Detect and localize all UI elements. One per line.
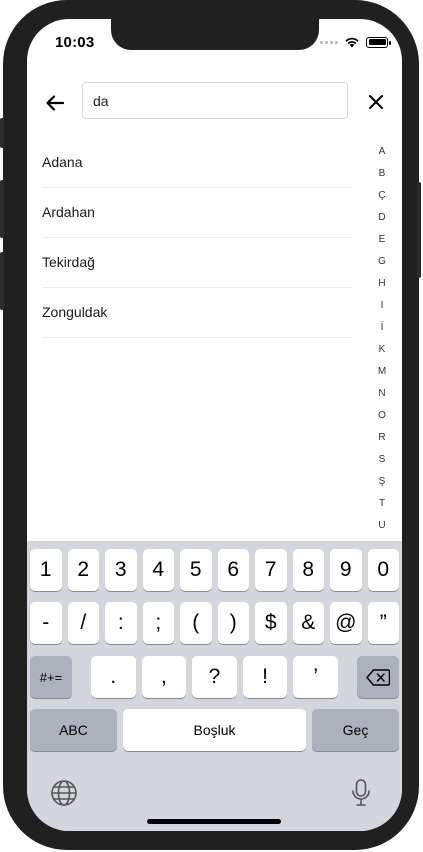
- index-letter[interactable]: I: [374, 295, 390, 317]
- key[interactable]: 5: [180, 549, 212, 591]
- index-letter[interactable]: D: [374, 207, 390, 229]
- key[interactable]: !: [242, 656, 288, 698]
- index-letter[interactable]: A: [374, 141, 390, 163]
- index-letter[interactable]: O: [374, 405, 390, 427]
- signal-icon: [320, 40, 338, 44]
- key[interactable]: 1: [30, 549, 62, 591]
- index-letter[interactable]: T: [374, 493, 390, 515]
- keyboard-row-numbers: 1 2 3 4 5 6 7 8 9 0: [30, 549, 399, 591]
- key[interactable]: ,: [141, 656, 187, 698]
- battery-icon: [366, 36, 391, 48]
- side-button-silent: [0, 118, 4, 148]
- key[interactable]: 7: [255, 549, 287, 591]
- index-letter[interactable]: E: [374, 229, 390, 251]
- abc-key[interactable]: ABC: [30, 709, 117, 751]
- result-item[interactable]: Ardahan: [42, 188, 353, 238]
- back-button[interactable]: [41, 89, 69, 117]
- key[interactable]: $: [255, 602, 287, 644]
- key[interactable]: -: [30, 602, 62, 644]
- index-letter[interactable]: M: [374, 361, 390, 383]
- home-indicator[interactable]: [147, 819, 281, 824]
- phone-frame: 10:03 Adana Ard: [0, 0, 421, 850]
- index-letter[interactable]: R: [374, 427, 390, 449]
- search-input[interactable]: [83, 83, 343, 118]
- side-button-volume-down: [0, 252, 4, 310]
- index-letter[interactable]: N: [374, 383, 390, 405]
- key[interactable]: ;: [142, 602, 174, 644]
- backspace-key[interactable]: [356, 656, 399, 698]
- key[interactable]: @: [330, 602, 362, 644]
- microphone-icon[interactable]: [350, 778, 372, 808]
- key[interactable]: /: [67, 602, 99, 644]
- key[interactable]: 3: [105, 549, 137, 591]
- key[interactable]: ’: [293, 656, 338, 698]
- key[interactable]: (: [180, 602, 212, 644]
- key[interactable]: ?: [192, 656, 237, 698]
- key[interactable]: &: [292, 602, 324, 644]
- index-letter[interactable]: Ç: [374, 185, 390, 207]
- side-button-power: [417, 182, 421, 278]
- status-time: 10:03: [55, 34, 95, 51]
- side-button-volume-up: [0, 180, 4, 238]
- key[interactable]: 9: [330, 549, 362, 591]
- clear-button[interactable]: [363, 89, 389, 115]
- index-letter[interactable]: B: [374, 163, 390, 185]
- alphabet-index: A B Ç D E G H I İ K M N O R S Ş T U: [374, 141, 390, 537]
- key[interactable]: .: [91, 656, 136, 698]
- backspace-icon: [366, 668, 390, 686]
- keyboard-row-punctuation: #+= . , ? ! ’: [30, 656, 399, 698]
- status-icons: [320, 36, 391, 48]
- go-key[interactable]: Geç: [312, 709, 399, 751]
- wifi-icon: [345, 37, 359, 48]
- result-item[interactable]: Zonguldak: [42, 288, 353, 338]
- index-letter[interactable]: İ: [374, 317, 390, 339]
- screen: 10:03 Adana Ard: [27, 19, 402, 831]
- results-list: Adana Ardahan Tekirdağ Zonguldak: [42, 138, 353, 338]
- keyboard: 1 2 3 4 5 6 7 8 9 0 - / : ; ( ) $ & @ ” …: [27, 541, 402, 831]
- close-icon: [369, 95, 383, 109]
- arrow-left-icon: [46, 95, 64, 111]
- globe-icon[interactable]: [49, 778, 79, 808]
- key[interactable]: 6: [217, 549, 249, 591]
- key[interactable]: 8: [292, 549, 324, 591]
- keyboard-row-symbols: - / : ; ( ) $ & @ ”: [30, 602, 399, 644]
- key[interactable]: 0: [367, 549, 399, 591]
- key[interactable]: 2: [67, 549, 99, 591]
- key[interactable]: 4: [142, 549, 174, 591]
- key[interactable]: :: [105, 602, 137, 644]
- index-letter[interactable]: U: [374, 515, 390, 537]
- index-letter[interactable]: Ş: [374, 471, 390, 493]
- space-key[interactable]: Boşluk: [123, 709, 306, 751]
- notch: [111, 19, 319, 50]
- keyboard-row-bottom: ABC Boşluk Geç: [30, 709, 399, 751]
- index-letter[interactable]: S: [374, 449, 390, 471]
- result-item[interactable]: Adana: [42, 138, 353, 188]
- result-item[interactable]: Tekirdağ: [42, 238, 353, 288]
- index-letter[interactable]: K: [374, 339, 390, 361]
- index-letter[interactable]: H: [374, 273, 390, 295]
- index-letter[interactable]: G: [374, 251, 390, 273]
- search-box[interactable]: [82, 82, 348, 119]
- key[interactable]: ): [217, 602, 249, 644]
- key[interactable]: ”: [367, 602, 399, 644]
- more-symbols-key[interactable]: #+=: [30, 656, 72, 698]
